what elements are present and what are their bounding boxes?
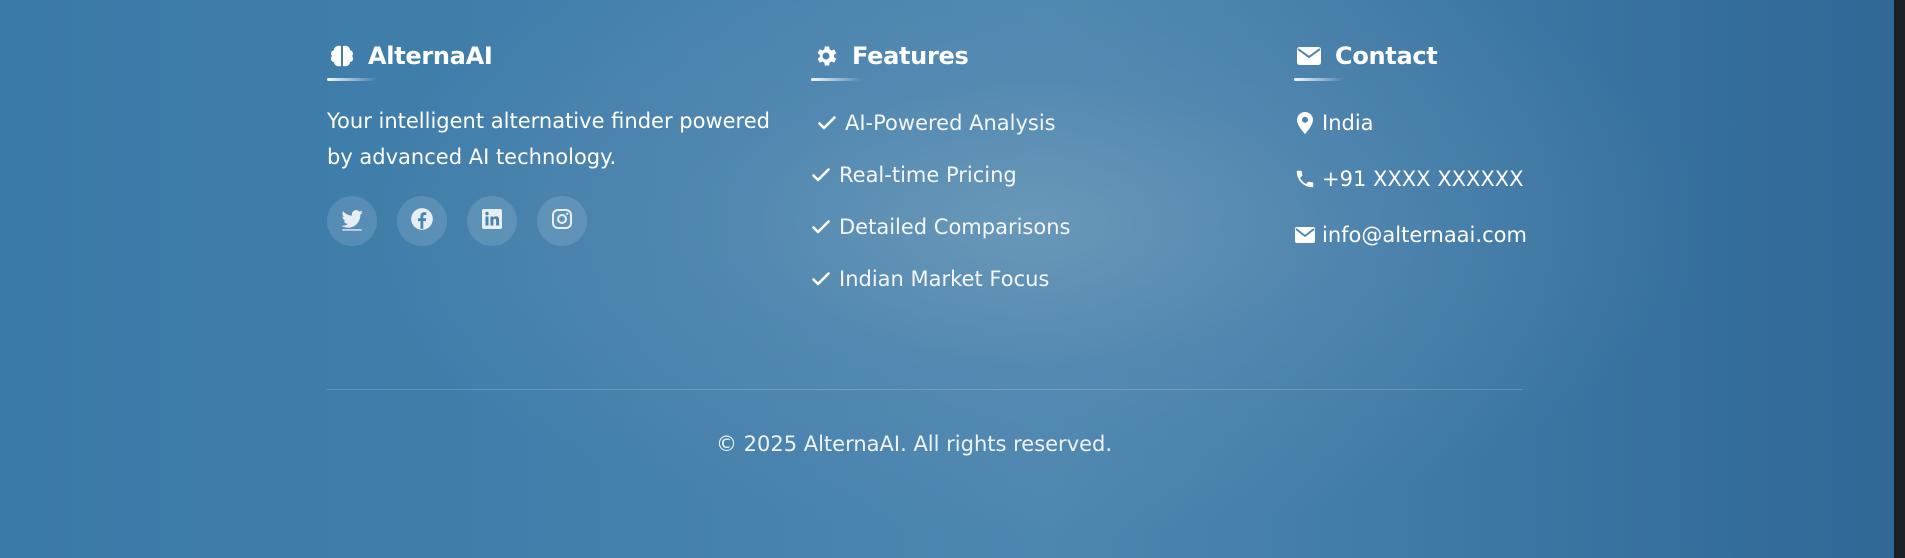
social-links <box>327 196 777 246</box>
instagram-link[interactable] <box>537 196 587 246</box>
phone-icon <box>1294 168 1316 190</box>
copyright-text: © 2025 AlternaAI. All rights reserved. <box>715 432 1113 456</box>
contact-heading: Contact <box>1294 40 1594 72</box>
brand-tagline: Your intelligent alternative finder powe… <box>327 109 770 169</box>
contact-title: Contact <box>1335 42 1438 70</box>
list-item: Indian Market Focus <box>811 253 1231 305</box>
features-title: Features <box>852 42 969 70</box>
features-column: Features AI-Powered Analysis Real-time P… <box>811 40 1231 305</box>
list-item: AI-Powered Analysis <box>811 97 1231 149</box>
facebook-icon <box>409 206 435 236</box>
check-icon <box>811 165 831 185</box>
twitter-link[interactable] <box>327 196 377 246</box>
linkedin-link[interactable] <box>467 196 517 246</box>
feature-label: Detailed Comparisons <box>839 215 1071 239</box>
feature-label: Indian Market Focus <box>839 267 1050 291</box>
check-icon <box>811 269 831 289</box>
gear-icon <box>811 41 841 71</box>
map-marker-icon <box>1294 112 1316 134</box>
contact-phone[interactable]: +91 XXXX XXXXXX <box>1294 151 1594 207</box>
list-item: Real-time Pricing <box>811 149 1231 201</box>
heading-underline <box>1294 78 1344 81</box>
contact-location: India <box>1294 95 1594 151</box>
phone-text: +91 XXXX XXXXXX <box>1322 167 1524 191</box>
features-list: AI-Powered Analysis Real-time Pricing De… <box>811 97 1231 305</box>
brand-column: AlternaAI Your intelligent alternative f… <box>327 40 777 246</box>
check-icon <box>817 113 837 133</box>
envelope-icon <box>1294 224 1316 246</box>
email-text: info@alternaai.com <box>1322 223 1527 247</box>
list-item: Detailed Comparisons <box>811 201 1231 253</box>
site-footer: AlternaAI Your intelligent alternative f… <box>327 0 1527 558</box>
envelope-icon <box>1294 41 1324 71</box>
linkedin-icon <box>480 207 504 235</box>
feature-label: AI-Powered Analysis <box>845 111 1056 135</box>
check-icon <box>811 217 831 237</box>
instagram-icon <box>550 207 574 235</box>
features-heading: Features <box>811 40 1231 72</box>
footer-divider <box>327 389 1523 390</box>
brain-icon <box>327 41 357 71</box>
facebook-link[interactable] <box>397 196 447 246</box>
contact-list: India +91 XXXX XXXXXX info@alternaai.com <box>1294 95 1594 263</box>
location-text: India <box>1322 111 1374 135</box>
contact-email[interactable]: info@alternaai.com <box>1294 207 1594 263</box>
window-edge <box>1894 0 1905 558</box>
twitter-icon <box>339 206 365 236</box>
feature-label: Real-time Pricing <box>839 163 1017 187</box>
brand-heading: AlternaAI <box>327 40 777 72</box>
heading-underline <box>327 78 377 81</box>
brand-name: AlternaAI <box>368 42 493 70</box>
contact-column: Contact India +91 XXXX XXXXXX info@alter… <box>1294 40 1594 263</box>
heading-underline <box>811 78 861 81</box>
